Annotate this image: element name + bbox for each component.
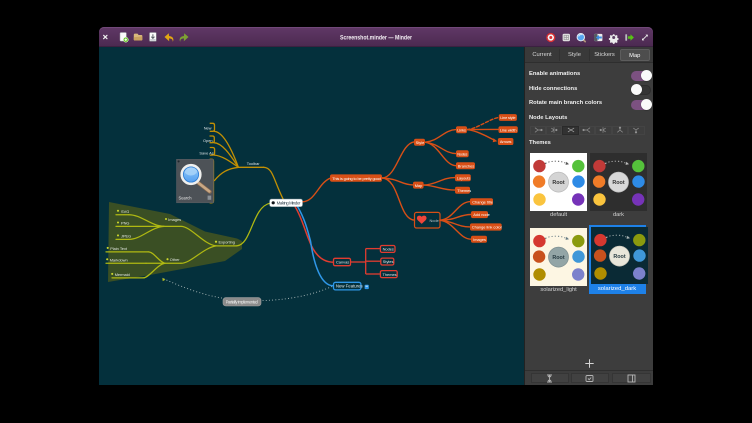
svg-text:Themes: Themes (383, 272, 397, 277)
svg-text:Layouts: Layouts (457, 175, 471, 180)
svg-text:Line width: Line width (500, 127, 517, 132)
svg-text:Style: Style (416, 140, 425, 145)
svg-text:Images: Images (168, 217, 181, 222)
svg-text:Toolbar: Toolbar (247, 161, 260, 166)
svg-text:Images: Images (473, 237, 486, 242)
svg-text:Screenshot.minder — Minder: Screenshot.minder — Minder (340, 35, 412, 42)
svg-text:Other: Other (170, 257, 180, 262)
svg-text:Themes: Themes (457, 188, 471, 193)
svg-text:Canvas: Canvas (336, 260, 349, 265)
svg-text:New: New (204, 125, 212, 130)
svg-text:Exporting: Exporting (219, 239, 235, 244)
svg-text:Node: Node (430, 218, 439, 223)
svg-text:Branches: Branches (458, 163, 474, 168)
svg-text:Add node: Add node (473, 212, 490, 217)
svg-text:Change title: Change title (472, 199, 493, 204)
svg-text:Open: Open (203, 138, 213, 143)
svg-text:Styles: Styles (383, 259, 394, 264)
svg-text:This is going to be pretty goo: This is going to be pretty good (332, 176, 381, 181)
svg-text:Search: Search (179, 196, 193, 201)
svg-text:Links: Links (457, 127, 466, 132)
svg-text:Root: Root (552, 180, 564, 186)
svg-text:PNG: PNG (121, 221, 129, 226)
svg-text:SVG: SVG (121, 209, 129, 214)
svg-text:Nodes: Nodes (383, 247, 394, 252)
svg-text:Nodes: Nodes (457, 151, 467, 156)
svg-text:Partially implemented: Partially implemented (226, 299, 259, 304)
svg-text:Mermaid: Mermaid (115, 272, 130, 277)
svg-text:Map: Map (415, 183, 423, 188)
svg-text:Root: Root (613, 254, 625, 260)
svg-text:Root: Root (552, 255, 564, 261)
svg-text:Change link color: Change link color (472, 225, 503, 230)
svg-text:Root: Root (612, 180, 624, 186)
svg-text:Plain Text: Plain Text (110, 246, 128, 251)
svg-text:JPEG: JPEG (121, 234, 131, 239)
svg-text:Markdown: Markdown (110, 257, 128, 262)
svg-text:Line style: Line style (500, 115, 515, 120)
svg-text:New Features: New Features (336, 284, 363, 289)
svg-text:Making Minder: Making Minder (277, 201, 301, 206)
svg-text:Save As: Save As (199, 150, 213, 155)
svg-text:Arrows: Arrows (500, 139, 512, 144)
